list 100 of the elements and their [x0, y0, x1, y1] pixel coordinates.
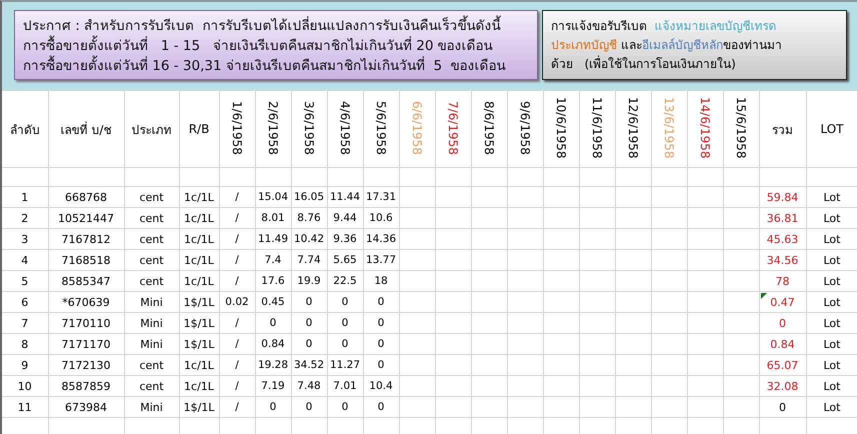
daily-rebate-value: 0	[342, 317, 348, 329]
lot-label: Lot	[824, 380, 840, 392]
date-column-header: 8/6/1958	[482, 100, 496, 154]
rebate-request-text: ด้วย (เพื่อใช้ในการโอนเงินภายใน)	[551, 55, 737, 73]
daily-rebate-value: 7.01	[333, 380, 357, 392]
account-type: Mini	[140, 400, 163, 414]
account-type: Mini	[140, 316, 163, 330]
account-number: *670639	[62, 296, 110, 308]
row-number: 7	[21, 316, 28, 330]
daily-rebate-value: 8.76	[297, 212, 321, 224]
rebate-rate: 1$/1L	[184, 296, 214, 308]
daily-rebate-value: 0	[378, 296, 384, 308]
lot-label: Lot	[824, 316, 840, 330]
daily-rebate-value: 7.74	[297, 254, 321, 266]
row-number: 4	[21, 254, 28, 266]
column-header: LOT	[820, 122, 844, 136]
column-header: รวม	[772, 122, 793, 138]
daily-rebate-value: 11.44	[330, 191, 360, 203]
date-column-header: 5/6/1958	[374, 100, 388, 154]
daily-rebate-value: 0	[306, 401, 312, 413]
daily-rebate-value: /	[235, 254, 239, 266]
total-value: 0	[779, 316, 786, 330]
rebate-rate: 1$/1L	[184, 400, 214, 414]
account-number: 7167812	[62, 232, 110, 246]
daily-rebate-value: 10.4	[369, 380, 393, 392]
account-number: 8585347	[62, 274, 110, 288]
account-number: 7168518	[62, 254, 110, 266]
account-number: 7172130	[62, 358, 110, 372]
date-column-header: 10/6/1958	[554, 96, 568, 158]
date-column-header: 13/6/1958	[662, 96, 676, 158]
date-column-header: 12/6/1958	[626, 96, 640, 158]
rebate-rate: 1c/1L	[184, 212, 214, 224]
account-type: cent	[139, 232, 164, 246]
date-column-header: 2/6/1958	[266, 100, 280, 154]
daily-rebate-value: 17.31	[366, 191, 396, 203]
announcement-text: การซื้อขายตั้งแต่วันที่ 16 - 30,31 จ่ายเงินรีเบตคืนสมาชิกไม่เกินวันที่ 5 ของเดือน	[23, 56, 529, 76]
daily-rebate-value: 9.36	[333, 233, 357, 245]
date-column-header: 3/6/1958	[302, 100, 316, 154]
date-column-header: 15/6/1958	[734, 96, 748, 158]
daily-rebate-value: 0	[342, 401, 348, 413]
rebate-rate: 1c/1L	[184, 190, 214, 204]
account-type: cent	[139, 254, 164, 266]
date-column-header: 11/6/1958	[590, 96, 604, 158]
daily-rebate-value: /	[235, 359, 239, 371]
rebate-rate: 1c/1L	[184, 232, 214, 246]
total-value: 78	[776, 274, 790, 288]
lot-label: Lot	[824, 254, 840, 266]
account-number: 7170110	[62, 316, 110, 330]
daily-rebate-value: 0	[306, 317, 312, 329]
daily-rebate-value: 7.19	[261, 380, 285, 392]
date-column-header: 7/6/1958	[446, 100, 460, 154]
daily-rebate-value: 22.5	[333, 275, 357, 287]
total-value: 65.07	[766, 358, 798, 372]
account-type: Mini	[140, 338, 163, 350]
lot-label: Lot	[824, 212, 840, 224]
rebate-request-text: การแจ้งขอรับรีเบต แจ้งหมายเลขบัญชีเทรด	[551, 18, 778, 35]
daily-rebate-value: 13.77	[366, 254, 396, 266]
daily-rebate-value: /	[235, 275, 239, 287]
account-type: cent	[139, 190, 164, 204]
daily-rebate-value: /	[235, 212, 239, 224]
daily-rebate-value: /	[235, 338, 239, 350]
rebate-rate: 1c/1L	[184, 380, 214, 392]
date-column-header: 4/6/1958	[338, 100, 352, 154]
column-header: ลำดับ	[10, 122, 40, 138]
daily-rebate-value: 11.49	[258, 233, 288, 245]
daily-rebate-value: 19.28	[258, 359, 288, 371]
date-column-header: 1/6/1958	[230, 100, 244, 154]
total-value: 45.63	[766, 232, 798, 246]
daily-rebate-value: /	[235, 233, 239, 245]
daily-rebate-value: 0	[342, 338, 348, 350]
rebate-request-text: ประเภทบัญชี และอีเมลล์บัญชีหลักของท่านมา	[551, 37, 783, 54]
column-header: เลขที่ บ/ช	[60, 120, 112, 138]
lot-label: Lot	[824, 358, 840, 372]
account-number: 668768	[65, 190, 107, 204]
date-column-header: 14/6/1958	[698, 96, 712, 158]
daily-rebate-value: 11.27	[330, 359, 360, 371]
daily-rebate-value: 0	[270, 401, 276, 413]
daily-rebate-value: 17.6	[261, 275, 285, 287]
daily-rebate-value: 0.45	[261, 296, 285, 308]
daily-rebate-value: 0	[342, 296, 348, 308]
daily-rebate-value: 0	[306, 338, 312, 350]
account-number: 673984	[65, 400, 107, 414]
total-value: 0	[779, 400, 786, 414]
account-number: 8587859	[62, 380, 110, 392]
daily-rebate-value: 34.52	[294, 359, 324, 371]
daily-rebate-value: /	[235, 401, 239, 413]
account-type: cent	[139, 274, 164, 288]
account-type: cent	[139, 380, 164, 392]
total-value: 32.08	[766, 380, 798, 392]
lot-label: Lot	[824, 232, 840, 246]
column-header: ประเภท	[132, 122, 172, 138]
row-number: 9	[21, 358, 28, 372]
row-number: 1	[21, 190, 28, 204]
daily-rebate-value: 9.44	[333, 212, 357, 224]
total-value: 59.84	[766, 190, 798, 204]
account-number: 7171170	[62, 338, 110, 350]
daily-rebate-value: /	[235, 317, 239, 329]
row-number: 2	[21, 212, 28, 224]
daily-rebate-value: /	[235, 191, 239, 203]
announcement-text: การซื้อขายตั้งแต่วันที่ 1 - 15 จ่ายเงินรีเบตคืนสมาชิกไม่เกินวันที่ 20 ของเดือน	[23, 36, 529, 56]
